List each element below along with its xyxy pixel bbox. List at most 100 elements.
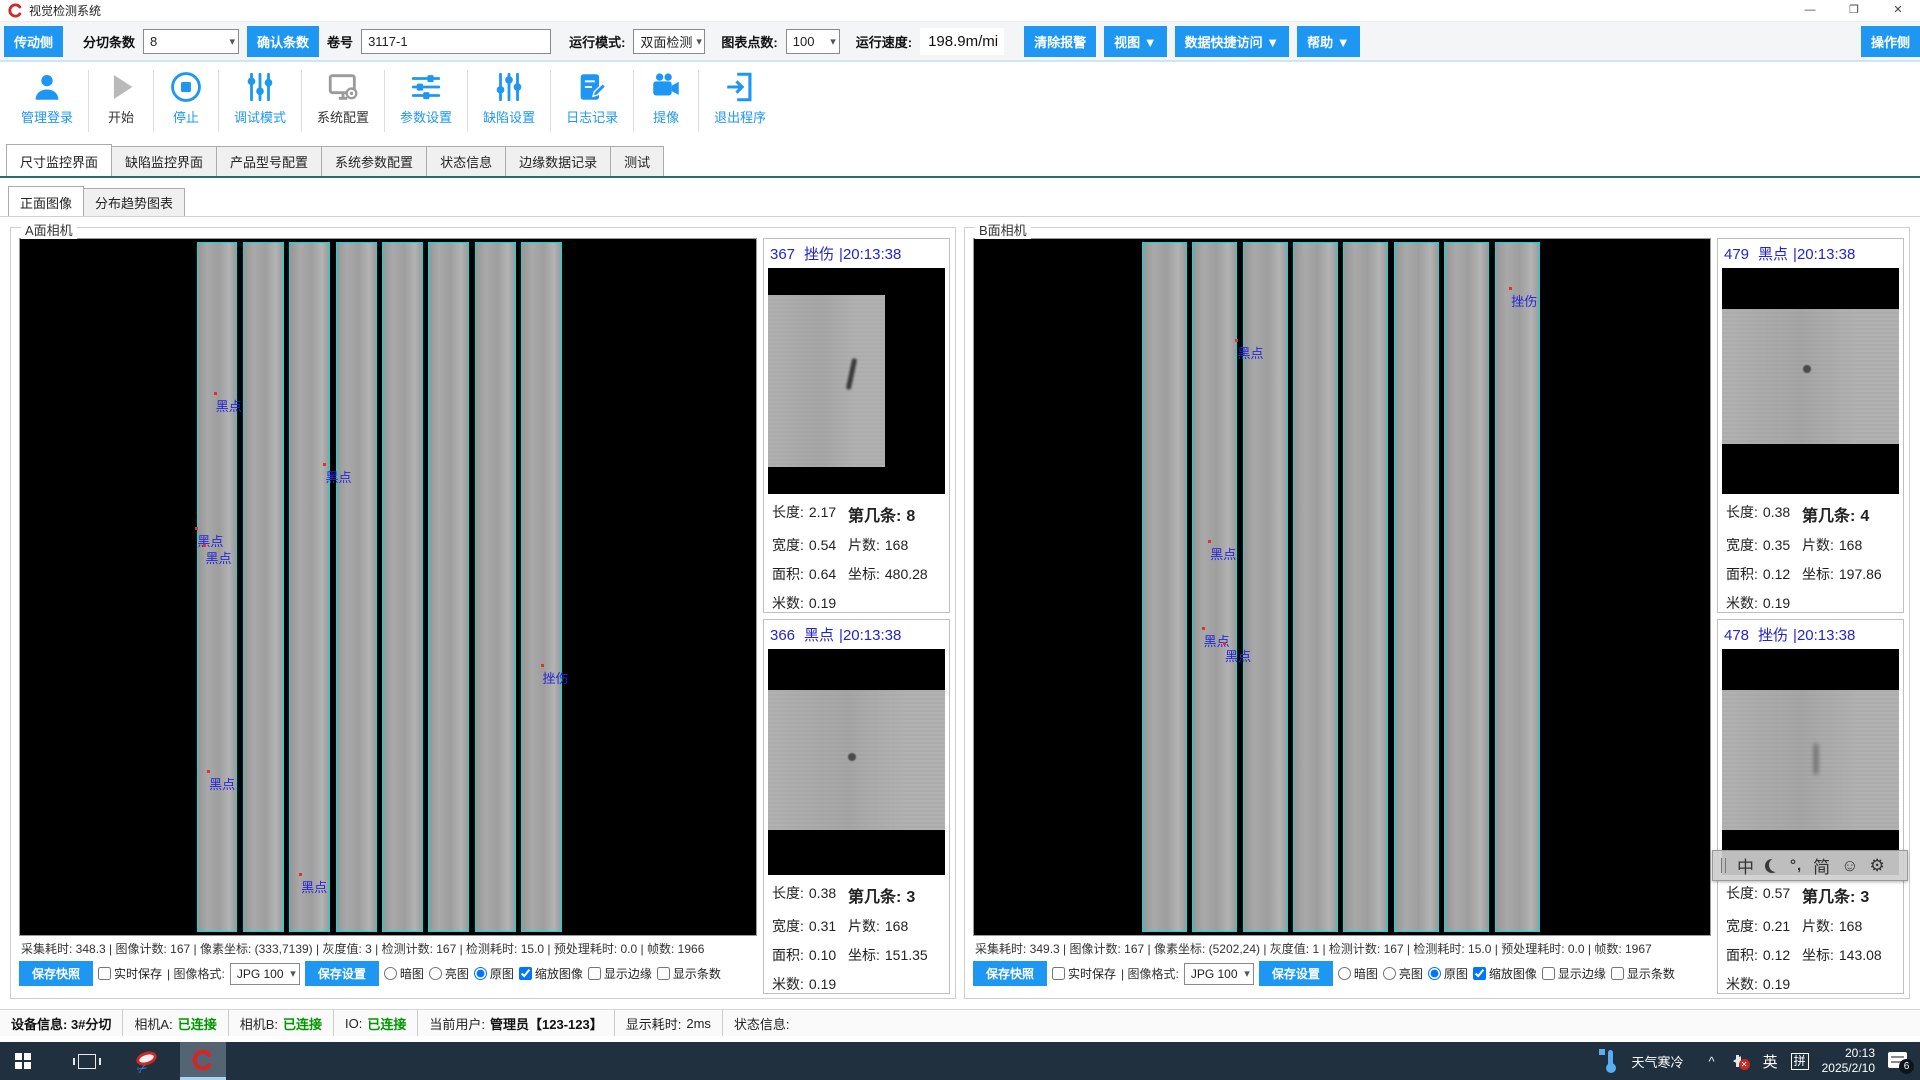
tab-status-info[interactable]: 状态信息: [426, 146, 506, 176]
vision-app-taskbar-button[interactable]: [180, 1042, 226, 1080]
thumbnail-material-band: [768, 295, 885, 467]
save-snapshot-button[interactable]: 保存快照: [973, 961, 1047, 986]
defect-entry[interactable]: 366黑点|20:13:38 长度:0.38 第几条:3 宽度:0.31 片数:…: [763, 619, 950, 994]
snipping-tool-button[interactable]: ✂: [124, 1042, 170, 1080]
close-button[interactable]: ✕: [1876, 0, 1920, 21]
stat-length: 长度:0.57: [1726, 883, 1802, 907]
stop-button[interactable]: 停止: [154, 70, 219, 132]
defect-settings-button[interactable]: 缺陷设置: [468, 70, 551, 132]
run-mode-select[interactable]: 双面检测 ▾: [633, 29, 705, 54]
speaker-muted-icon[interactable]: ✕: [1728, 1052, 1750, 1070]
tab-front-image[interactable]: 正面图像: [8, 186, 84, 216]
start-button[interactable]: 开始: [89, 70, 154, 132]
defect-entry[interactable]: 478挫伤|20:13:38 长度:0.57 第几条:3 宽度:0.21 片数:…: [1717, 619, 1904, 994]
minimize-button[interactable]: —: [1788, 0, 1832, 21]
punctuation-mode-button[interactable]: °,: [1790, 857, 1802, 874]
ime-settings-gear-icon[interactable]: ⚙: [1870, 856, 1885, 876]
capture-image-button[interactable]: 提像: [634, 70, 699, 132]
emoji-icon[interactable]: ☺: [1841, 856, 1858, 876]
show-edge-checkbox[interactable]: 显示边缘: [1542, 965, 1606, 982]
exit-program-button[interactable]: 退出程序: [699, 70, 781, 132]
moon-fullwidth-icon[interactable]: [1765, 859, 1779, 873]
slit-count-select[interactable]: 8 ▾: [143, 29, 239, 54]
film-strip: [1444, 242, 1489, 932]
drive-side-button[interactable]: 传动侧: [4, 26, 63, 57]
defect-entry[interactable]: 367挫伤|20:13:38 长度:2.17 第几条:8 宽度:0.54 片数:…: [763, 238, 950, 613]
maximize-button[interactable]: ❐: [1832, 0, 1876, 21]
run-speed-label: 运行速度:: [856, 32, 912, 51]
view-menu-button[interactable]: 视图 ▼: [1104, 26, 1166, 57]
chart-points-select[interactable]: 100 ▾: [786, 29, 840, 54]
confirm-count-button[interactable]: 确认条数: [247, 26, 319, 57]
operator-side-button[interactable]: 操作侧: [1861, 26, 1920, 57]
slit-count-value: 8: [150, 34, 157, 49]
ime-pinyin-indicator[interactable]: 拼: [1791, 1053, 1809, 1070]
save-settings-button[interactable]: 保存设置: [305, 961, 379, 986]
show-count-checkbox[interactable]: 显示条数: [1611, 965, 1675, 982]
stat-width: 宽度:0.31: [772, 916, 848, 936]
weather-text[interactable]: 天气寒冷: [1631, 1052, 1683, 1071]
help-menu-button[interactable]: 帮助 ▼: [1297, 26, 1359, 57]
main-toolbar: 传动侧 分切条数 8 ▾ 确认条数 卷号 3117-1 运行模式: 双面检测 ▾…: [0, 22, 1920, 62]
clear-alarm-button[interactable]: 清除报警: [1024, 26, 1096, 57]
drag-handle-icon[interactable]: [1721, 858, 1726, 873]
camera-b-image[interactable]: 挫伤黑点黑点黑点黑点: [973, 238, 1711, 936]
tab-defect-monitor[interactable]: 缺陷监控界面: [111, 146, 217, 176]
save-snapshot-button[interactable]: 保存快照: [19, 961, 93, 986]
vertical-sliders-icon: [492, 70, 526, 104]
defect-time: |20:13:38: [1793, 627, 1855, 644]
dark-image-radio[interactable]: 暗图: [384, 965, 424, 982]
original-image-radio[interactable]: 原图: [1428, 965, 1468, 982]
tab-system-params-config[interactable]: 系统参数配置: [321, 146, 427, 176]
tab-size-monitor[interactable]: 尺寸监控界面: [6, 144, 112, 176]
camera-a-image[interactable]: 黑点黑点黑点黑点挫伤黑点黑点: [19, 238, 757, 936]
tab-test[interactable]: 测试: [610, 146, 664, 176]
task-view-button[interactable]: [64, 1042, 110, 1080]
notification-center-button[interactable]: 6: [1888, 1052, 1910, 1071]
defect-annotation: 挫伤: [1511, 291, 1537, 310]
bright-image-radio[interactable]: 亮图: [429, 965, 469, 982]
chevron-down-icon: ▾: [826, 35, 836, 48]
tab-product-model-config[interactable]: 产品型号配置: [216, 146, 322, 176]
simplified-chinese-button[interactable]: 简: [1813, 853, 1830, 878]
data-quick-access-button[interactable]: 数据快捷访问 ▼: [1175, 26, 1289, 57]
zoom-image-checkbox[interactable]: 缩放图像: [519, 965, 583, 982]
bright-image-radio[interactable]: 亮图: [1383, 965, 1423, 982]
film-strip: [1343, 242, 1388, 932]
defect-header: 366黑点|20:13:38: [768, 621, 945, 649]
ime-language-indicator[interactable]: 英: [1763, 1051, 1778, 1072]
show-count-checkbox[interactable]: 显示条数: [657, 965, 721, 982]
image-format-select[interactable]: JPG 100▾: [230, 963, 300, 985]
chart-points-label: 图表点数:: [721, 32, 777, 51]
ime-language-mode-button[interactable]: 中: [1737, 853, 1754, 878]
defect-type: 挫伤: [804, 246, 834, 263]
log-record-button[interactable]: 日志记录: [551, 70, 634, 132]
save-settings-button[interactable]: 保存设置: [1259, 961, 1333, 986]
start-button[interactable]: [0, 1042, 46, 1080]
realtime-save-checkbox[interactable]: 实时保存: [1052, 965, 1116, 982]
hidden-icons-chevron[interactable]: ^: [1708, 1054, 1714, 1069]
tab-edge-data-record[interactable]: 边缘数据记录: [505, 146, 611, 176]
roll-number-input[interactable]: 3117-1: [361, 29, 551, 54]
tab-distribution-chart[interactable]: 分布趋势图表: [83, 188, 185, 216]
stat-strip-number: 第几条:3: [1802, 883, 1897, 907]
dark-image-radio[interactable]: 暗图: [1338, 965, 1378, 982]
defect-type: 黑点: [804, 627, 834, 644]
stat-piece-count: 片数:168: [848, 535, 943, 555]
original-image-radio[interactable]: 原图: [474, 965, 514, 982]
image-format-select[interactable]: JPG 100▾: [1184, 963, 1254, 985]
param-settings-button[interactable]: 参数设置: [385, 70, 468, 132]
realtime-save-checkbox[interactable]: 实时保存: [98, 965, 162, 982]
zoom-image-checkbox[interactable]: 缩放图像: [1473, 965, 1537, 982]
admin-login-button[interactable]: 管理登录: [6, 70, 89, 132]
exit-icon: [723, 70, 757, 104]
defect-entry[interactable]: 479黑点|20:13:38 长度:0.38 第几条:4 宽度:0.35 片数:…: [1717, 238, 1904, 613]
taskbar-clock[interactable]: 20:13 2025/2/10: [1822, 1046, 1875, 1076]
debug-mode-button[interactable]: 调试模式: [219, 70, 302, 132]
defect-annotation: 黑点: [1210, 544, 1236, 563]
system-config-button[interactable]: 系统配置: [302, 70, 385, 132]
film-strip: [521, 242, 562, 932]
weather-thermometer-icon[interactable]: [1602, 1049, 1618, 1073]
show-edge-checkbox[interactable]: 显示边缘: [588, 965, 652, 982]
chevron-down-icon: ▾: [226, 35, 236, 48]
